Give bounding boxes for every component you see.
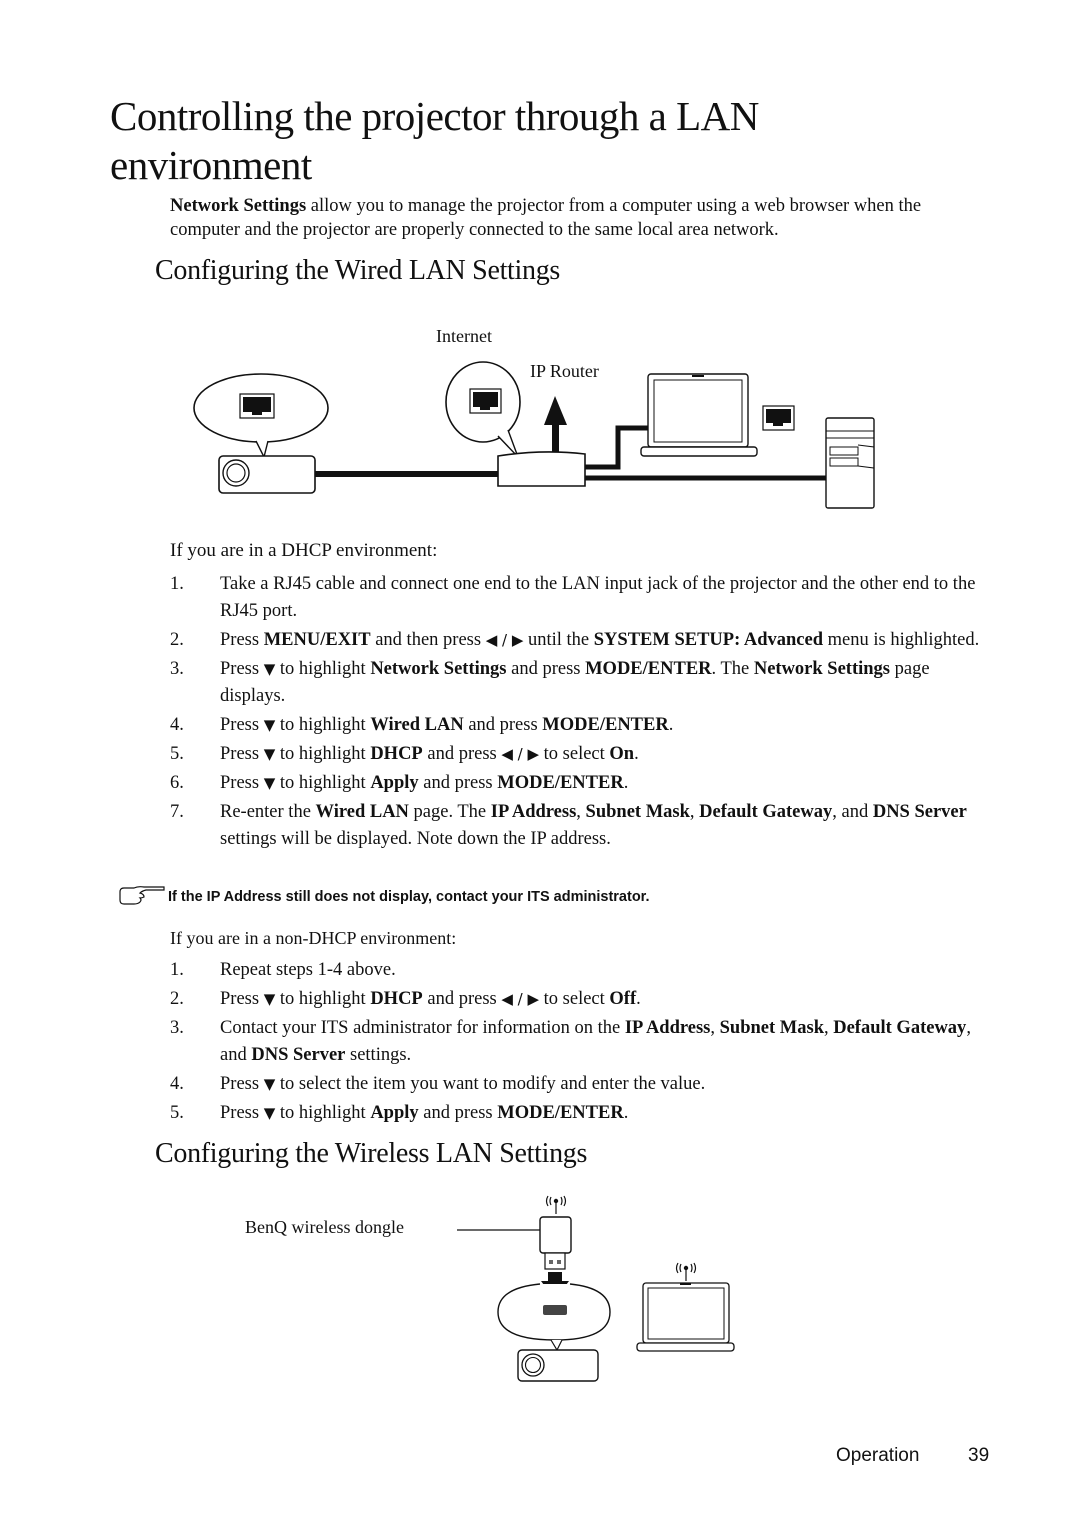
wifi-signal-icon [675, 1262, 697, 1281]
usb-port-icon [543, 1305, 567, 1315]
wireless-dongle-icon [539, 1216, 572, 1270]
footer-section-label: Operation [836, 1445, 920, 1466]
wireless-lan-diagram [457, 1195, 735, 1382]
projector-icon [517, 1349, 599, 1382]
page-number: 39 [968, 1445, 990, 1466]
laptop-icon [636, 1282, 735, 1352]
wifi-signal-icon [545, 1195, 567, 1214]
projector-usb-callout [497, 1283, 611, 1352]
